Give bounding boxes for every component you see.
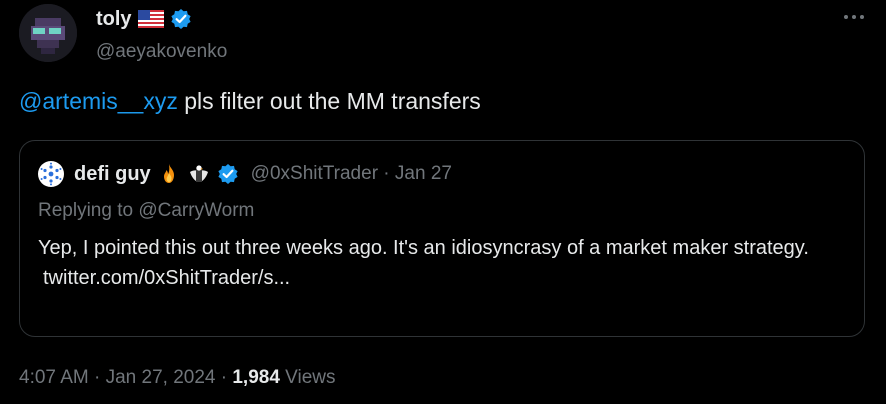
author-info: toly @aeyakovenko bbox=[96, 6, 227, 63]
quote-link[interactable]: twitter.com/0xShitTrader/s... bbox=[43, 263, 848, 293]
quote-display-name: defi guy bbox=[74, 162, 151, 185]
verified-badge-icon[interactable] bbox=[170, 8, 192, 30]
quote-handle-date: @0xShitTrader · Jan 27 bbox=[250, 163, 452, 184]
quote-header: defi guy @0xShitTrader · Jan 27 bbox=[38, 161, 452, 187]
quoted-tweet[interactable]: defi guy @0xShitTrader · Jan 27 Replying… bbox=[19, 140, 865, 337]
quote-body: Yep, I pointed this out three weeks ago.… bbox=[38, 237, 809, 259]
pixel-avatar-icon bbox=[19, 4, 77, 62]
dot-icon bbox=[860, 15, 864, 19]
author-display-name[interactable]: toly bbox=[96, 8, 132, 31]
mention-link[interactable]: @artemis__xyz bbox=[19, 88, 178, 114]
more-options-button[interactable] bbox=[844, 12, 864, 22]
tweet-meta: 4:07 AM · Jan 27, 2024 · 1,984 Views bbox=[19, 367, 336, 389]
tweet-timestamp[interactable]: 4:07 AM · Jan 27, 2024 · bbox=[19, 367, 232, 388]
author-avatar[interactable] bbox=[19, 4, 77, 62]
views-label: Views bbox=[279, 367, 336, 388]
eagle-emoji-icon bbox=[189, 165, 208, 182]
views-count: 1,984 bbox=[232, 367, 280, 388]
dot-icon bbox=[844, 15, 848, 19]
author-handle[interactable]: @aeyakovenko bbox=[96, 41, 227, 63]
quote-verified-badge-icon bbox=[218, 164, 238, 184]
fire-emoji-icon bbox=[163, 164, 174, 183]
tweet-text: @artemis__xyz pls filter out the MM tran… bbox=[19, 88, 481, 115]
quote-avatar-icon[interactable] bbox=[38, 161, 64, 187]
quote-text: Yep, I pointed this out three weeks ago.… bbox=[38, 233, 848, 293]
replying-to: Replying to @CarryWorm bbox=[38, 200, 255, 221]
tweet-body: pls filter out the MM transfers bbox=[177, 88, 481, 114]
us-flag-icon bbox=[137, 10, 164, 28]
dot-icon bbox=[852, 15, 856, 19]
